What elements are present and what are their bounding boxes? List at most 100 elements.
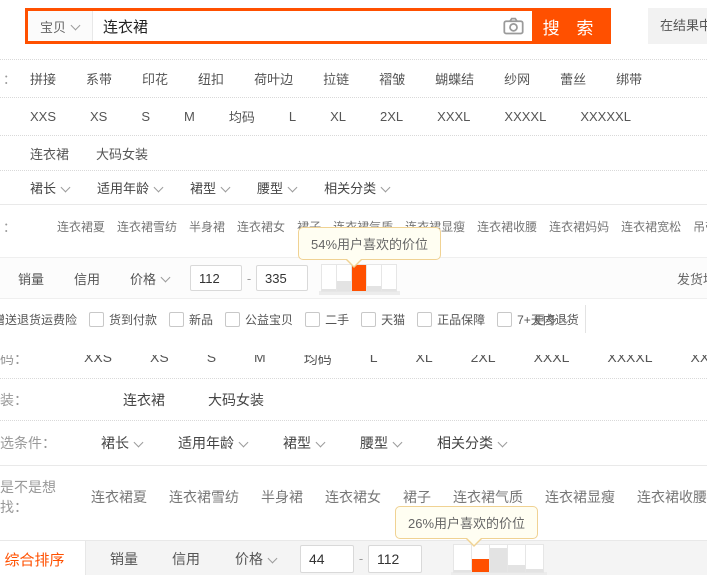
checkbox[interactable] bbox=[361, 311, 377, 327]
related-search-link[interactable]: 连衣裙雪纺 bbox=[169, 487, 239, 507]
filter-dropdown[interactable]: 裙型 bbox=[190, 178, 230, 197]
related-search-link[interactable]: 连衣裙妈妈 bbox=[549, 218, 609, 235]
filter-dropdown[interactable]: 相关分类 bbox=[437, 433, 507, 453]
filter-checkbox-item[interactable]: 天猫 bbox=[361, 311, 405, 328]
related-search-link[interactable]: 连衣裙气质 bbox=[453, 487, 523, 507]
histogram-cell[interactable] bbox=[525, 544, 544, 573]
related-search-link[interactable]: 连衣裙显瘦 bbox=[545, 487, 615, 507]
filter-checkbox-item[interactable]: 货到付款 bbox=[89, 311, 157, 328]
image-search-button[interactable] bbox=[494, 11, 532, 41]
size-filter-link[interactable]: S bbox=[141, 109, 150, 124]
size-filter-link[interactable]: XXXL bbox=[437, 109, 470, 124]
attribute-filter-link[interactable]: 绑带 bbox=[616, 69, 642, 88]
filter-dropdown[interactable]: 裙型 bbox=[283, 433, 325, 453]
size-filter-link[interactable]: XXXXXL bbox=[580, 109, 631, 124]
related-search-link[interactable]: 连衣裙收腰 bbox=[477, 218, 537, 235]
size-filter-link[interactable]: XS bbox=[150, 355, 169, 368]
price-histogram[interactable] bbox=[451, 544, 547, 575]
size-filter-link[interactable]: 均码 bbox=[304, 355, 332, 368]
category-filter-link[interactable]: 大码女装 bbox=[96, 144, 148, 163]
price-min-input[interactable] bbox=[300, 544, 354, 573]
attribute-filter-link[interactable]: 蝴蝶结 bbox=[435, 69, 474, 88]
related-search-link[interactable]: 半身裙 bbox=[261, 487, 303, 507]
category-filter-link[interactable]: 连衣裙 bbox=[30, 144, 69, 163]
histogram-cell[interactable] bbox=[381, 264, 398, 292]
filter-dropdown[interactable]: 腰型 bbox=[257, 178, 297, 197]
attribute-filter-link[interactable]: 蕾丝 bbox=[560, 69, 586, 88]
filter-checkbox-item[interactable]: 正品保障 bbox=[417, 311, 485, 328]
filter-checkbox-item[interactable]: 公益宝贝 bbox=[225, 311, 293, 328]
size-filter-link[interactable]: XL bbox=[330, 109, 346, 124]
related-search-link[interactable]: 裙子 bbox=[403, 487, 431, 507]
size-filter-link[interactable]: XL bbox=[416, 355, 433, 368]
histogram-cell[interactable] bbox=[366, 264, 383, 292]
size-filter-link[interactable]: M bbox=[184, 109, 195, 124]
search-category-dropdown[interactable]: 宝贝 bbox=[28, 11, 93, 41]
size-filter-link[interactable]: L bbox=[289, 109, 296, 124]
related-search-link[interactable]: 连衣裙雪纺 bbox=[117, 218, 177, 235]
checkbox[interactable] bbox=[497, 311, 513, 327]
filter-checkbox-item[interactable]: 新品 bbox=[169, 311, 213, 328]
size-filter-link[interactable]: XXXXL bbox=[607, 355, 652, 368]
category-filter-link[interactable]: 连衣裙 bbox=[123, 390, 165, 410]
histogram-cell[interactable] bbox=[507, 544, 526, 573]
search-button[interactable]: 搜 索 bbox=[532, 11, 608, 41]
size-filter-link[interactable]: 2XL bbox=[380, 109, 403, 124]
attribute-filter-link[interactable]: 纽扣 bbox=[198, 69, 224, 88]
histogram-cell[interactable] bbox=[321, 264, 338, 292]
checkbox[interactable] bbox=[305, 311, 321, 327]
sort-by-sales[interactable]: 销量 bbox=[18, 269, 44, 288]
size-filter-link[interactable]: XXXXL bbox=[504, 109, 546, 124]
price-min-input[interactable] bbox=[190, 265, 243, 291]
histogram-cell[interactable] bbox=[489, 544, 508, 573]
histogram-cell[interactable] bbox=[453, 544, 472, 573]
size-filter-link[interactable]: L bbox=[370, 355, 378, 368]
size-filter-link[interactable]: XXS bbox=[84, 355, 112, 368]
related-search-link[interactable]: 连衣裙夏 bbox=[91, 487, 147, 507]
checkbox[interactable] bbox=[417, 311, 433, 327]
size-filter-link[interactable]: XS bbox=[90, 109, 107, 124]
ship-from-filter[interactable]: 发货地 bbox=[677, 269, 707, 288]
size-filter-link[interactable]: XXS bbox=[30, 109, 56, 124]
related-search-link[interactable]: 半身裙 bbox=[189, 218, 225, 235]
price-max-input[interactable] bbox=[256, 265, 309, 291]
related-search-link[interactable]: 连衣裙收腰 bbox=[637, 487, 707, 507]
size-filter-link[interactable]: XXXXXL bbox=[691, 355, 707, 368]
attribute-filter-link[interactable]: 荷叶边 bbox=[254, 69, 293, 88]
filter-dropdown[interactable]: 腰型 bbox=[360, 433, 402, 453]
attribute-filter-link[interactable]: 拼接 bbox=[30, 69, 56, 88]
checkbox[interactable] bbox=[169, 311, 185, 327]
checkbox[interactable] bbox=[225, 311, 241, 327]
size-filter-link[interactable]: 均码 bbox=[229, 107, 255, 126]
related-search-link[interactable]: 连衣裙女 bbox=[237, 218, 285, 235]
category-filter-link[interactable]: 大码女装 bbox=[208, 390, 264, 410]
sort-tab-comprehensive[interactable]: 综合排序 bbox=[0, 541, 86, 575]
price-histogram[interactable] bbox=[319, 264, 401, 295]
size-filter-link[interactable]: XXXL bbox=[534, 355, 570, 368]
price-max-input[interactable] bbox=[368, 544, 422, 573]
related-search-link[interactable]: 吊带裙 bbox=[693, 218, 707, 235]
checkbox[interactable] bbox=[89, 311, 105, 327]
filter-dropdown[interactable]: 适用年龄 bbox=[178, 433, 248, 453]
attribute-filter-link[interactable]: 系带 bbox=[86, 69, 112, 88]
attribute-filter-link[interactable]: 褶皱 bbox=[379, 69, 405, 88]
sort-by-price[interactable]: 价格 bbox=[130, 269, 170, 288]
filter-dropdown[interactable]: 裙长 bbox=[101, 433, 143, 453]
filter-dropdown[interactable]: 裙长 bbox=[30, 178, 70, 197]
related-search-link[interactable]: 连衣裙夏 bbox=[57, 218, 105, 235]
histogram-cell[interactable] bbox=[351, 264, 368, 292]
search-in-results-button[interactable]: 在结果中搜索 bbox=[648, 8, 707, 44]
filter-dropdown[interactable]: 适用年龄 bbox=[97, 178, 163, 197]
attribute-filter-link[interactable]: 拉链 bbox=[323, 69, 349, 88]
sort-by-credit[interactable]: 信用 bbox=[74, 269, 100, 288]
attribute-filter-link[interactable]: 纱网 bbox=[504, 69, 530, 88]
histogram-cell[interactable] bbox=[336, 264, 353, 292]
related-search-link[interactable]: 连衣裙女 bbox=[325, 487, 381, 507]
shipping-insurance-filter[interactable]: 赠送退货运费险 bbox=[0, 311, 77, 328]
size-filter-link[interactable]: M bbox=[254, 355, 266, 368]
filter-dropdown[interactable]: 相关分类 bbox=[324, 178, 390, 197]
related-search-link[interactable]: 连衣裙宽松 bbox=[621, 218, 681, 235]
histogram-cell[interactable] bbox=[471, 544, 490, 573]
attribute-filter-link[interactable]: 印花 bbox=[142, 69, 168, 88]
search-input[interactable] bbox=[93, 11, 494, 41]
